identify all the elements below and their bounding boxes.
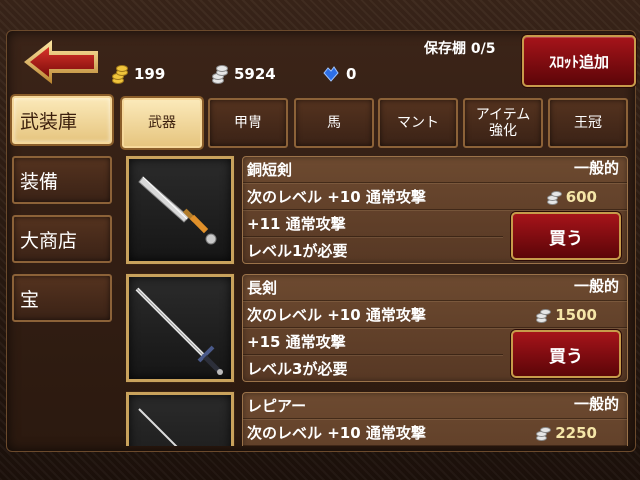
item-price-value: 600 bbox=[565, 188, 597, 206]
tab-horse[interactable]: 馬 bbox=[294, 98, 374, 148]
item-thumbnail bbox=[126, 274, 234, 382]
item-thumbnail bbox=[126, 392, 234, 446]
item-rarity: 一般的 bbox=[573, 395, 619, 413]
item-card: 銅短剣 一般的 次のレベル +10 通常攻撃 600 +11 通常攻撃 レベル1… bbox=[242, 156, 628, 264]
item-price: 2250 bbox=[535, 421, 597, 445]
sidebar-item-label: 宝 bbox=[20, 288, 40, 311]
gold-amount: 199 bbox=[134, 65, 166, 83]
item-name: 長剣 bbox=[243, 275, 627, 301]
buy-button[interactable]: 買う bbox=[511, 330, 621, 378]
sidebar-item-label: 装備 bbox=[20, 170, 59, 193]
item-attack: +11 通常攻撃 bbox=[243, 211, 503, 237]
sidebar-item-equipment[interactable]: 装備 bbox=[12, 156, 112, 204]
back-arrow-icon bbox=[24, 40, 98, 84]
item-thumbnail bbox=[126, 156, 234, 264]
sidebar-item-label: 大商店 bbox=[20, 229, 78, 252]
tab-label: 王冠 bbox=[574, 115, 602, 131]
list-item: 長剣 一般的 次のレベル +10 通常攻撃 1500 +15 通常攻撃 レベル3… bbox=[126, 270, 630, 386]
silver-currency: 5924 bbox=[210, 64, 276, 84]
bronze-dagger-icon bbox=[138, 176, 217, 245]
item-name: レピアー bbox=[243, 393, 627, 419]
item-requirement: レベル1が必要 bbox=[247, 242, 348, 260]
item-name: 銅短剣 bbox=[243, 157, 627, 183]
tab-cloak[interactable]: マント bbox=[378, 98, 458, 148]
item-price: 600 bbox=[546, 185, 597, 209]
gold-coins-icon bbox=[110, 65, 128, 84]
long-sword-icon bbox=[135, 287, 223, 375]
blue-gem-icon bbox=[322, 65, 340, 83]
buy-button[interactable]: 買う bbox=[511, 212, 621, 260]
tab-item-upgrade[interactable]: アイテム 強化 bbox=[463, 98, 543, 148]
item-card: レピアー 一般的 次のレベル +10 通常攻撃 2250 bbox=[242, 392, 628, 446]
silver-coins-icon bbox=[535, 307, 552, 323]
item-price: 1500 bbox=[535, 303, 597, 327]
silver-coins-icon bbox=[546, 189, 562, 205]
tab-label: 武器 bbox=[148, 115, 176, 131]
item-rarity: 一般的 bbox=[573, 277, 619, 295]
silver-coins-icon bbox=[535, 425, 552, 441]
sidebar-item-treasure[interactable]: 宝 bbox=[12, 274, 112, 322]
item-attack: +15 通常攻撃 bbox=[243, 329, 503, 355]
storage-count: 保存棚 0/5 bbox=[424, 41, 496, 57]
sidebar-item-big-shop[interactable]: 大商店 bbox=[12, 215, 112, 263]
tab-armor[interactable]: 甲冑 bbox=[208, 98, 288, 148]
gem-amount: 0 bbox=[346, 65, 357, 83]
item-requirement: レベル3が必要 bbox=[247, 360, 348, 378]
item-card: 長剣 一般的 次のレベル +10 通常攻撃 1500 +15 通常攻撃 レベル3… bbox=[242, 274, 628, 382]
gold-currency: 199 bbox=[110, 64, 165, 84]
sidebar-item-armory[interactable]: 武装庫 bbox=[12, 96, 112, 144]
list-item: 銅短剣 一般的 次のレベル +10 通常攻撃 600 +11 通常攻撃 レベル1… bbox=[126, 152, 630, 268]
silver-coins-icon bbox=[210, 65, 228, 84]
rapier-icon bbox=[138, 408, 178, 446]
tab-label: アイテム 強化 bbox=[475, 107, 531, 139]
gem-currency: 0 bbox=[322, 64, 356, 84]
silver-amount: 5924 bbox=[234, 65, 276, 83]
sidebar-item-label: 武装庫 bbox=[20, 110, 78, 133]
tab-label: 馬 bbox=[327, 115, 341, 131]
add-slot-button[interactable]: ｽﾛｯﾄ追加 bbox=[522, 35, 636, 87]
tab-label: マント bbox=[397, 115, 439, 131]
item-price-value: 2250 bbox=[555, 424, 597, 442]
tab-label: 甲冑 bbox=[234, 115, 262, 131]
tab-weapons[interactable]: 武器 bbox=[122, 98, 202, 148]
list-item: レピアー 一般的 次のレベル +10 通常攻撃 2250 bbox=[126, 388, 630, 446]
tab-crown[interactable]: 王冠 bbox=[548, 98, 628, 148]
item-price-value: 1500 bbox=[555, 306, 597, 324]
item-list[interactable]: 銅短剣 一般的 次のレベル +10 通常攻撃 600 +11 通常攻撃 レベル1… bbox=[126, 152, 630, 446]
item-rarity: 一般的 bbox=[573, 159, 619, 177]
back-button[interactable] bbox=[22, 38, 100, 86]
